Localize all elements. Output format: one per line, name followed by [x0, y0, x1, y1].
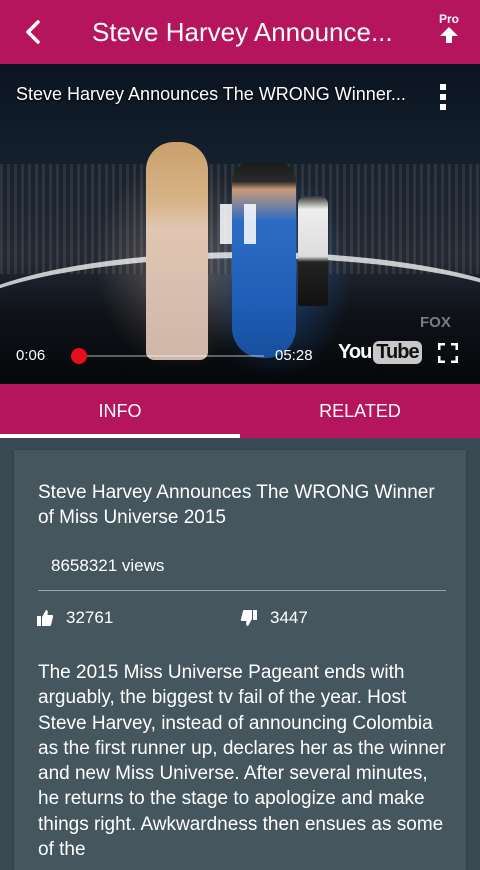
- dislike-count: 3447: [240, 608, 308, 628]
- pro-upload-icon: [440, 27, 458, 43]
- current-time: 0:06: [16, 347, 46, 364]
- video-title-overlay: Steve Harvey Announces The WRONG Winner.…: [16, 84, 406, 104]
- divider: [38, 590, 446, 591]
- tab-related[interactable]: RELATED: [240, 384, 480, 438]
- video-player[interactable]: FOX Steve Harvey Announces The WRONG Win…: [0, 64, 480, 384]
- back-arrow-icon[interactable]: [18, 16, 50, 48]
- pause-icon[interactable]: [220, 204, 260, 244]
- like-count-value: 32761: [66, 608, 114, 627]
- seek-thumb[interactable]: [71, 348, 87, 364]
- tab-bar: INFO RELATED: [0, 384, 480, 438]
- seek-bar[interactable]: [71, 348, 264, 364]
- dislike-count-value: 3447: [270, 608, 308, 627]
- info-card: Steve Harvey Announces The WRONG Winner …: [14, 450, 466, 870]
- thumbs-down-icon: [240, 610, 257, 626]
- video-frame-figure: [146, 142, 208, 360]
- overflow-menu-icon[interactable]: [434, 82, 452, 112]
- channel-watermark: FOX: [420, 314, 451, 331]
- video-frame-figure: [232, 162, 296, 358]
- pro-label: Pro: [438, 12, 459, 26]
- youtube-logo-you: You: [338, 340, 372, 363]
- page-title: Steve Harvey Announce...: [92, 17, 393, 47]
- total-time: 05:28: [275, 347, 313, 364]
- view-count: 8658321 views: [51, 556, 165, 575]
- video-frame-figure: [298, 196, 328, 306]
- thumbs-up-icon: [37, 610, 54, 626]
- tab-info[interactable]: INFO: [0, 384, 240, 438]
- youtube-logo-tube: Tube: [373, 340, 422, 364]
- video-description: The 2015 Miss Universe Pageant ends with…: [38, 662, 446, 861]
- fullscreen-icon[interactable]: [438, 343, 458, 363]
- youtube-logo[interactable]: You Tube: [338, 338, 422, 366]
- pro-button[interactable]: Pro: [432, 12, 466, 48]
- video-title: Steve Harvey Announces The WRONG Winner …: [38, 482, 435, 528]
- like-count: 32761: [36, 608, 113, 628]
- app-bar: Steve Harvey Announce... Pro: [0, 0, 480, 64]
